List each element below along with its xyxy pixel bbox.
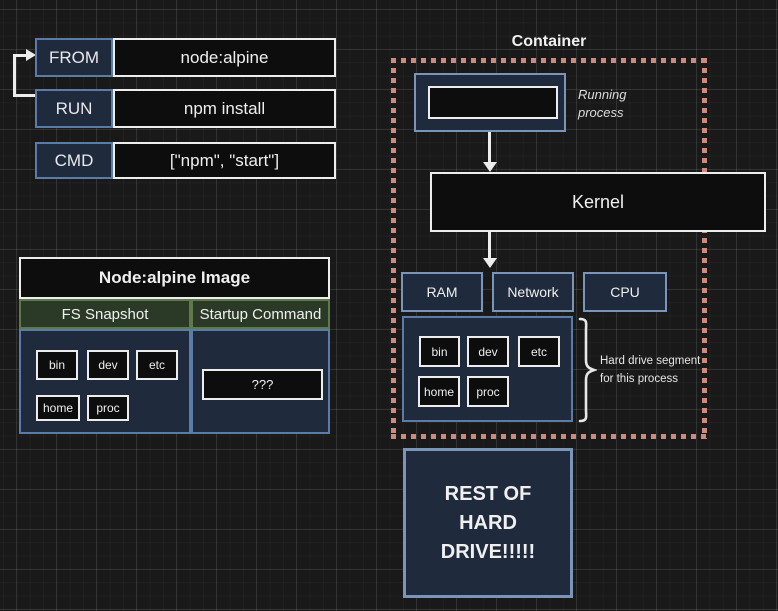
hard-drive-note-line2: for this process xyxy=(600,370,700,388)
image-table-title: Node:alpine Image xyxy=(19,257,330,299)
startup-command-cell: ??? xyxy=(191,329,330,434)
hd-folder-home: home xyxy=(418,376,460,407)
fs-folder-dev: dev xyxy=(87,350,129,380)
hd-folder-proc: proc xyxy=(467,376,509,407)
fs-snapshot-cell: bin dev etc home proc xyxy=(19,329,191,434)
dockerfile-instruction-cmd: CMD xyxy=(35,142,113,179)
ram-box: RAM xyxy=(401,272,483,312)
network-box: Network xyxy=(492,272,574,312)
docker-diagram-canvas: FROM node:alpine RUN npm install CMD ["n… xyxy=(0,0,778,611)
dockerfile-value-from: node:alpine xyxy=(113,38,336,77)
hard-drive-note: Hard drive segment for this process xyxy=(600,352,700,389)
fs-folder-etc: etc xyxy=(136,350,178,380)
fs-snapshot-header: FS Snapshot xyxy=(19,299,191,329)
kernel-box: Kernel xyxy=(430,172,766,232)
rest-of-hard-drive-box: REST OF HARD DRIVE!!!!! xyxy=(403,448,573,598)
loop-arrow-top-line xyxy=(13,54,27,57)
startup-command-value: ??? xyxy=(202,369,323,400)
dockerfile-value-cmd: ["npm", "start"] xyxy=(113,142,336,179)
dockerfile-instruction-from: FROM xyxy=(35,38,113,77)
kernel-to-resources-arrow xyxy=(488,232,491,258)
container-title: Container xyxy=(391,32,707,52)
cpu-box: CPU xyxy=(583,272,667,312)
dockerfile-instruction-run: RUN xyxy=(35,89,113,128)
curly-brace-icon xyxy=(577,317,597,423)
loop-arrow-bottom-line xyxy=(13,94,37,97)
running-process-label-line2: process xyxy=(578,104,626,122)
hd-folder-etc: etc xyxy=(518,336,560,367)
hd-folder-bin: bin xyxy=(419,336,460,367)
hd-folder-dev: dev xyxy=(467,336,509,367)
hard-drive-segment-box: bin dev etc home proc xyxy=(402,316,573,422)
rest-line2: HARD xyxy=(441,509,535,538)
running-process-label-line1: Running xyxy=(578,86,626,104)
rest-line1: REST OF xyxy=(441,480,535,509)
running-process-label: Running process xyxy=(578,86,626,121)
running-process-inner-box xyxy=(428,86,558,119)
process-to-kernel-arrow xyxy=(488,132,491,162)
loop-arrow-vertical-line xyxy=(13,56,16,97)
fs-folder-bin: bin xyxy=(36,350,78,380)
dockerfile-value-run: npm install xyxy=(113,89,336,128)
rest-line3: DRIVE!!!!! xyxy=(441,538,535,567)
fs-folder-home: home xyxy=(36,395,80,421)
fs-folder-proc: proc xyxy=(87,395,129,421)
running-process-box xyxy=(414,73,566,132)
hard-drive-note-line1: Hard drive segment xyxy=(600,352,700,370)
startup-command-header: Startup Command xyxy=(191,299,330,329)
